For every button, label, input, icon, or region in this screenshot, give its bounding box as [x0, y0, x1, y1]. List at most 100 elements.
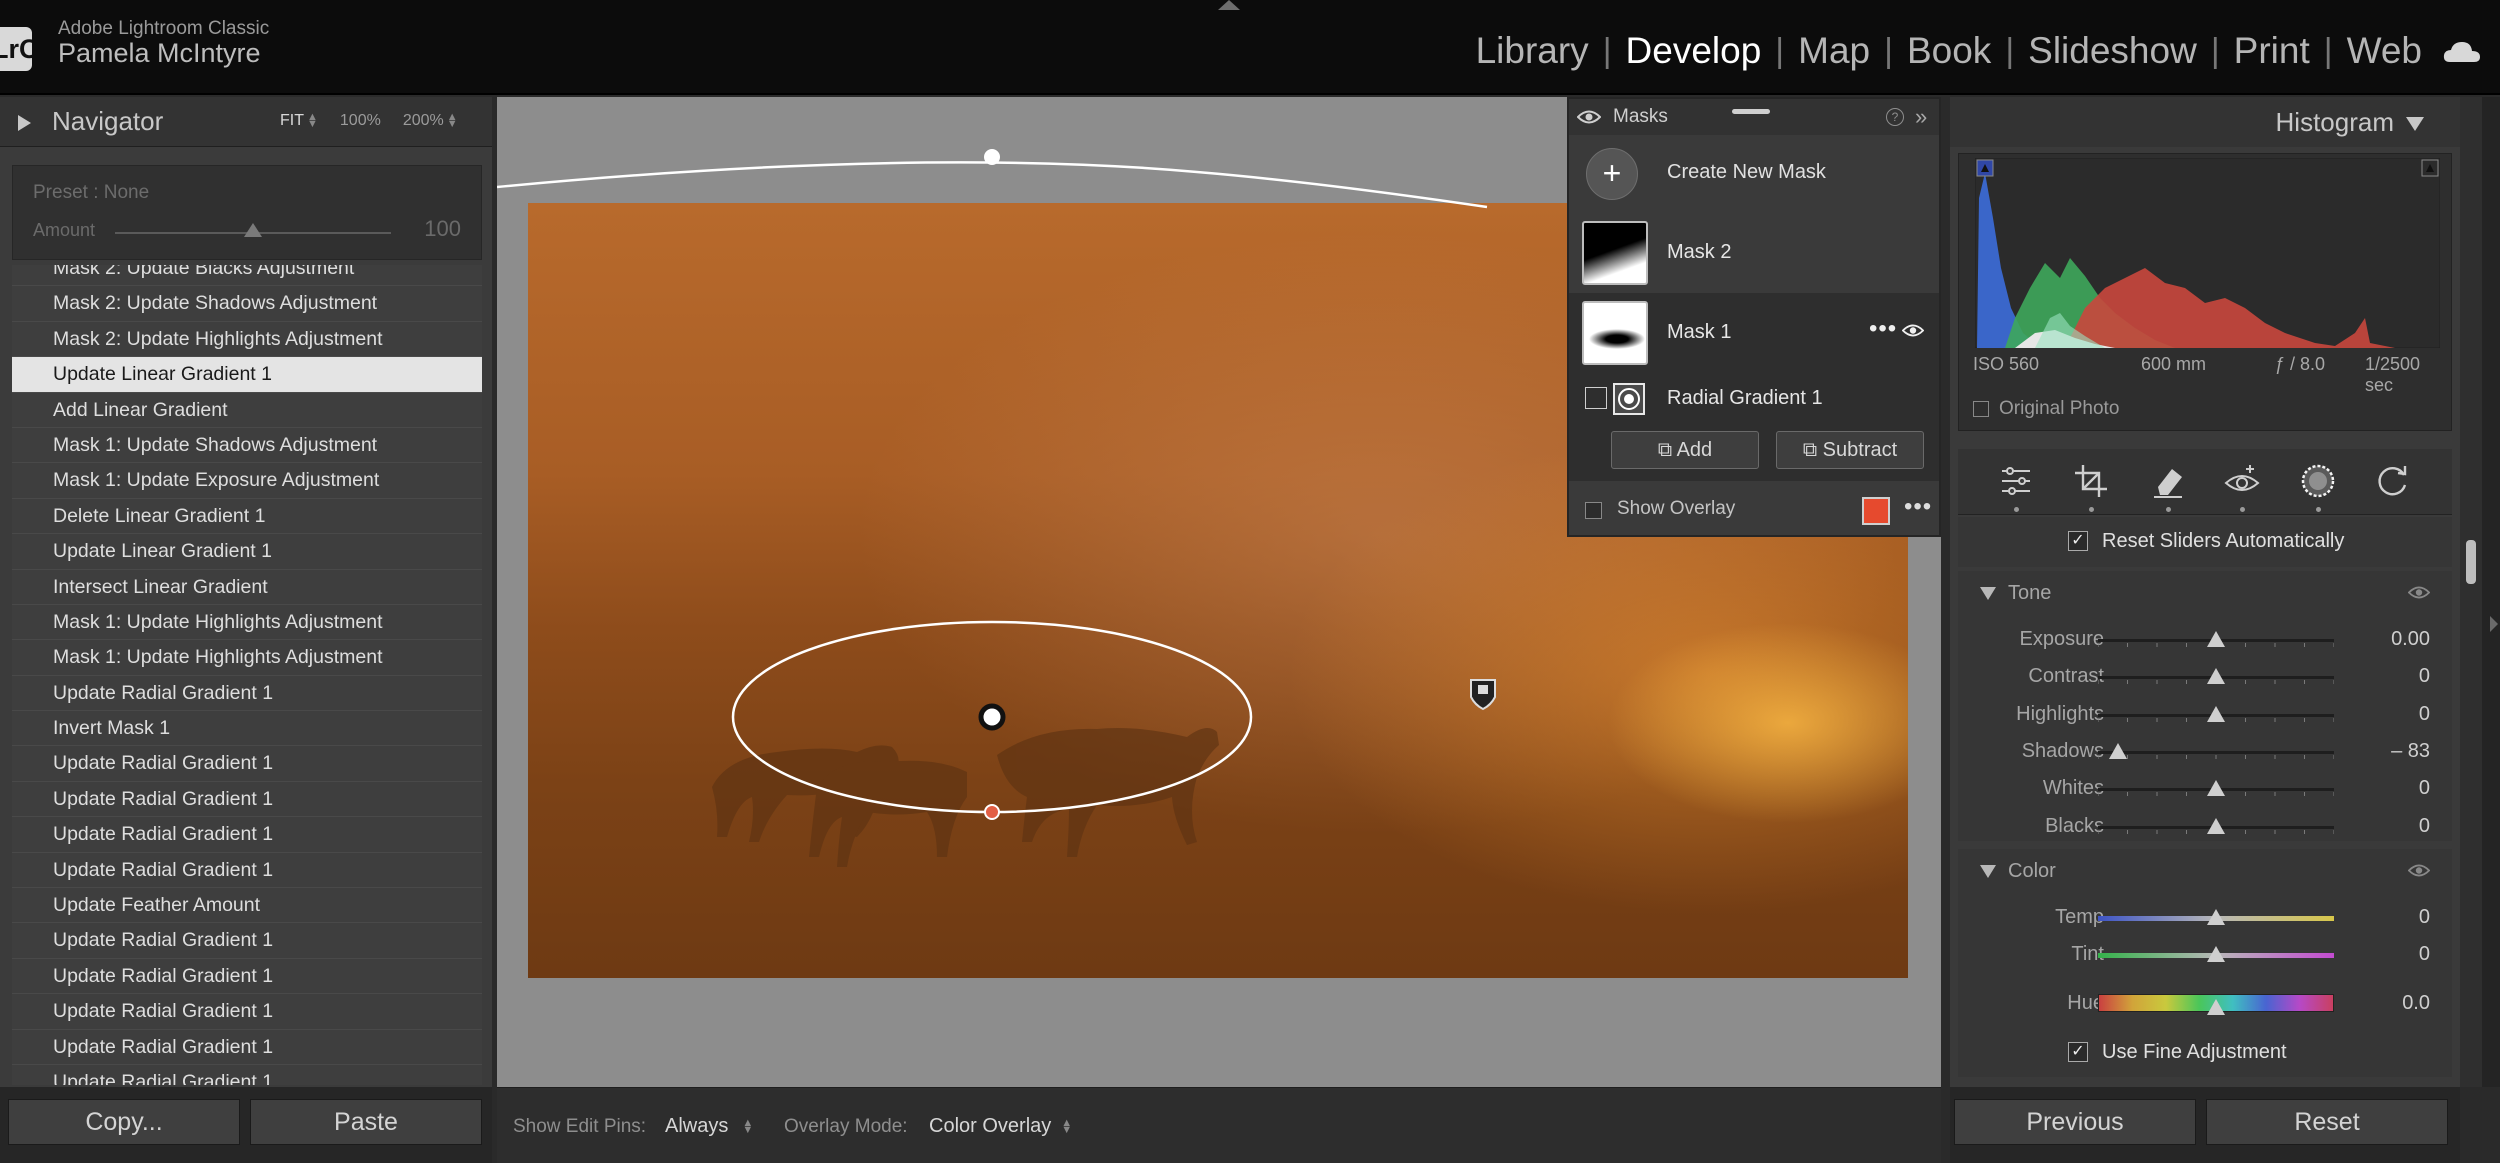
module-print[interactable]: Print: [2220, 30, 2324, 72]
user-name[interactable]: Pamela McIntyre: [58, 38, 261, 69]
more-options-icon[interactable]: •••: [1869, 315, 1897, 343]
slider-value[interactable]: 0: [2419, 943, 2430, 966]
collapse-color-icon[interactable]: [1980, 865, 1996, 878]
create-new-mask-button[interactable]: + Create New Mask: [1569, 139, 1939, 209]
module-map[interactable]: Map: [1784, 30, 1884, 72]
cloud-icon[interactable]: [2442, 40, 2482, 64]
mask-2-pin[interactable]: [1470, 679, 1496, 711]
subtract-button[interactable]: ⧉ Subtract: [1776, 431, 1924, 469]
history-item[interactable]: Update Linear Gradient 1: [12, 534, 482, 570]
history-item[interactable]: Add Linear Gradient: [12, 393, 482, 428]
copy-button[interactable]: Copy...: [8, 1099, 240, 1145]
slider-value[interactable]: 0: [2419, 815, 2430, 838]
slider-thumb[interactable]: [2207, 998, 2225, 1015]
module-web[interactable]: Web: [2333, 30, 2436, 72]
invert-icon[interactable]: [1585, 387, 1607, 409]
history-item[interactable]: Mask 2: Update Blacks Adjustment: [12, 265, 482, 287]
amount-slider-thumb[interactable]: [244, 223, 262, 237]
slider-value[interactable]: 0: [2419, 777, 2430, 800]
right-panel-toggle-icon[interactable]: [2490, 616, 2498, 632]
mask-component-radial-gradient-1[interactable]: Radial Gradient 1: [1569, 373, 1939, 423]
slider-thumb[interactable]: [2207, 631, 2225, 647]
history-item[interactable]: Update Radial Gradient 1: [12, 994, 482, 1030]
histogram-graph[interactable]: [1975, 158, 2440, 348]
red-eye-icon[interactable]: [2222, 461, 2262, 501]
history-item[interactable]: Update Radial Gradient 1: [12, 959, 482, 995]
plus-icon[interactable]: +: [1586, 148, 1638, 200]
drag-handle-icon[interactable]: [1732, 109, 1770, 114]
slider-track[interactable]: [2098, 750, 2334, 754]
slider-thumb[interactable]: [2207, 909, 2225, 925]
history-item[interactable]: Intersect Linear Gradient: [12, 570, 482, 605]
history-item[interactable]: Update Radial Gradient 1: [12, 1065, 482, 1085]
history-item[interactable]: Mask 2: Update Highlights Adjustment: [12, 322, 482, 358]
history-item[interactable]: Mask 1: Update Exposure Adjustment: [12, 463, 482, 499]
collapse-tone-icon[interactable]: [1980, 587, 1996, 600]
overlay-mode-select[interactable]: Color Overlay ▲ ▼: [929, 1115, 1072, 1138]
more-options-icon[interactable]: •••: [1904, 493, 1932, 521]
slider-thumb[interactable]: [2109, 742, 2128, 759]
slider-value[interactable]: 0.00: [2391, 628, 2430, 651]
edit-sliders-icon[interactable]: [1996, 461, 2036, 501]
original-photo-checkbox[interactable]: [1973, 401, 1989, 417]
history-item[interactable]: Mask 2: Update Shadows Adjustment: [12, 286, 482, 322]
edit-pins-select[interactable]: Always ▲ ▼: [665, 1115, 753, 1138]
collapse-panel-icon[interactable]: »: [1915, 104, 1927, 130]
zoom-fit-option[interactable]: FIT ▲ ▼: [280, 111, 318, 130]
history-item[interactable]: Update Linear Gradient 1: [12, 357, 482, 393]
color-section-header[interactable]: Color: [1958, 853, 2452, 889]
collapse-histogram-icon[interactable]: [2406, 117, 2424, 131]
crop-icon[interactable]: [2071, 461, 2111, 501]
module-slideshow[interactable]: Slideshow: [2014, 30, 2211, 72]
reset-button[interactable]: Reset: [2206, 1099, 2448, 1145]
slider-value[interactable]: 0: [2419, 906, 2430, 929]
masks-panel-header[interactable]: Masks ? »: [1569, 99, 1939, 135]
eye-icon[interactable]: [2408, 585, 2430, 600]
right-panel-scrollbar-thumb[interactable]: [2466, 540, 2476, 584]
slider-value[interactable]: 0: [2419, 665, 2430, 688]
module-book[interactable]: Book: [1893, 30, 2005, 72]
overlay-color-swatch[interactable]: [1862, 497, 1890, 525]
slider-thumb[interactable]: [2207, 780, 2225, 797]
show-overlay-checkbox[interactable]: [1585, 502, 1602, 519]
history-item[interactable]: Update Radial Gradient 1: [12, 853, 482, 889]
history-item[interactable]: Mask 1: Update Highlights Adjustment: [12, 640, 482, 676]
help-icon[interactable]: ?: [1886, 108, 1904, 126]
eye-icon[interactable]: [2408, 863, 2430, 878]
module-library[interactable]: Library: [1462, 30, 1603, 72]
eye-icon[interactable]: [1577, 109, 1601, 125]
healing-eraser-icon[interactable]: [2148, 461, 2188, 501]
slider-thumb[interactable]: [2207, 946, 2225, 963]
history-item[interactable]: Update Radial Gradient 1: [12, 817, 482, 853]
slider-value[interactable]: 0: [2419, 703, 2430, 726]
history-item[interactable]: Update Feather Amount: [12, 888, 482, 924]
history-item[interactable]: Mask 1: Update Highlights Adjustment: [12, 605, 482, 641]
history-item[interactable]: Delete Linear Gradient 1: [12, 499, 482, 535]
linear-gradient-handle[interactable]: [984, 149, 1000, 165]
history-item[interactable]: Mask 1: Update Shadows Adjustment: [12, 428, 482, 464]
history-item[interactable]: Update Radial Gradient 1: [12, 676, 482, 712]
paste-button[interactable]: Paste: [250, 1099, 482, 1145]
history-item[interactable]: Update Radial Gradient 1: [12, 782, 482, 818]
history-item[interactable]: Invert Mask 1: [12, 711, 482, 747]
slider-thumb[interactable]: [2207, 668, 2225, 685]
top-panel-toggle-icon[interactable]: [1218, 0, 1240, 10]
fine-adjustment-checkbox[interactable]: ✓: [2068, 1042, 2088, 1062]
histogram-header[interactable]: Histogram: [1950, 97, 2460, 147]
radial-gradient-center-pin[interactable]: [978, 703, 1006, 731]
navigator-header[interactable]: Navigator FIT ▲ ▼ 100% 200% ▲ ▼: [0, 97, 492, 147]
masking-icon[interactable]: [2298, 461, 2338, 501]
reset-masks-icon[interactable]: [2372, 461, 2412, 501]
slider-thumb[interactable]: [2207, 705, 2225, 722]
tone-section-header[interactable]: Tone: [1958, 575, 2452, 611]
mask-item-mask-2[interactable]: Mask 2: [1569, 213, 1939, 293]
history-item[interactable]: Update Radial Gradient 1: [12, 746, 482, 782]
navigator-expand-icon[interactable]: [18, 115, 31, 131]
history-item[interactable]: Update Radial Gradient 1: [12, 923, 482, 959]
slider-thumb[interactable]: [2207, 817, 2225, 834]
zoom-100-option[interactable]: 100%: [340, 112, 381, 130]
slider-value[interactable]: 0.0: [2402, 992, 2430, 1015]
eye-icon[interactable]: [1902, 323, 1924, 338]
add-button[interactable]: ⧉ Add: [1611, 431, 1759, 469]
slider-value[interactable]: – 83: [2391, 740, 2430, 763]
